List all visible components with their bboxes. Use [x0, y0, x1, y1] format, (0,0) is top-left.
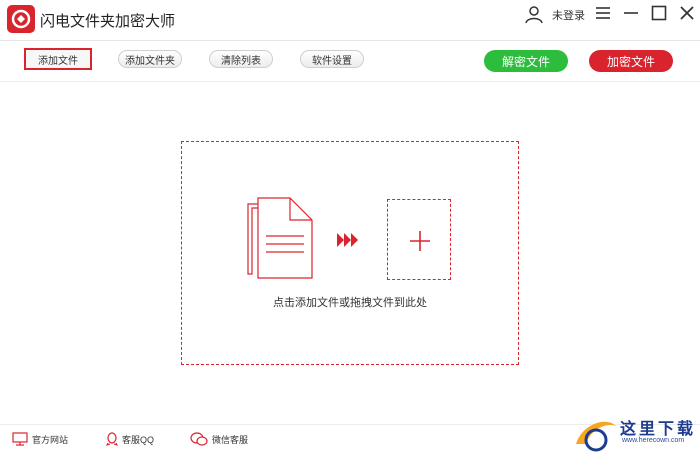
- divider: [0, 40, 700, 41]
- add-file-box[interactable]: [387, 199, 451, 280]
- maximize-icon[interactable]: [650, 4, 668, 22]
- monitor-icon: [12, 432, 28, 446]
- divider: [0, 81, 700, 82]
- triple-arrow-icon: [336, 232, 360, 253]
- wechat-icon: [190, 432, 208, 446]
- settings-button[interactable]: 软件设置: [300, 50, 364, 68]
- official-site-link[interactable]: 官方网站: [12, 430, 68, 448]
- login-status[interactable]: 未登录: [552, 7, 585, 23]
- qq-icon: [106, 432, 118, 446]
- plus-icon: [410, 231, 430, 251]
- watermark-url: www.herecown.com: [622, 437, 685, 444]
- wechat-service-label: 微信客服: [212, 434, 249, 445]
- clear-list-button[interactable]: 清除列表: [209, 50, 273, 68]
- title-bar: 闪电文件夹加密大师 未登录: [0, 0, 700, 40]
- add-file-button[interactable]: 添加文件: [24, 48, 92, 70]
- official-site-label: 官方网站: [32, 434, 69, 445]
- watermark-text: 这里下载: [620, 419, 697, 438]
- user-icon[interactable]: [524, 4, 544, 29]
- close-icon[interactable]: [678, 4, 696, 22]
- app-title: 闪电文件夹加密大师: [40, 13, 176, 30]
- minimize-icon[interactable]: [622, 4, 640, 22]
- drop-hint-text: 点击添加文件或拖拽文件到此处: [273, 297, 427, 309]
- qq-service-label: 客服QQ: [122, 434, 155, 445]
- menu-icon[interactable]: [594, 4, 612, 22]
- wechat-service-link[interactable]: 微信客服: [190, 430, 248, 448]
- qq-service-link[interactable]: 客服QQ: [106, 430, 154, 448]
- file-drop-zone[interactable]: [181, 141, 519, 365]
- encrypt-button[interactable]: 加密文件: [589, 50, 673, 72]
- decrypt-button[interactable]: 解密文件: [484, 50, 568, 72]
- add-folder-button[interactable]: 添加文件夹: [118, 50, 182, 68]
- app-logo: [7, 5, 35, 33]
- documents-icon: [244, 196, 316, 287]
